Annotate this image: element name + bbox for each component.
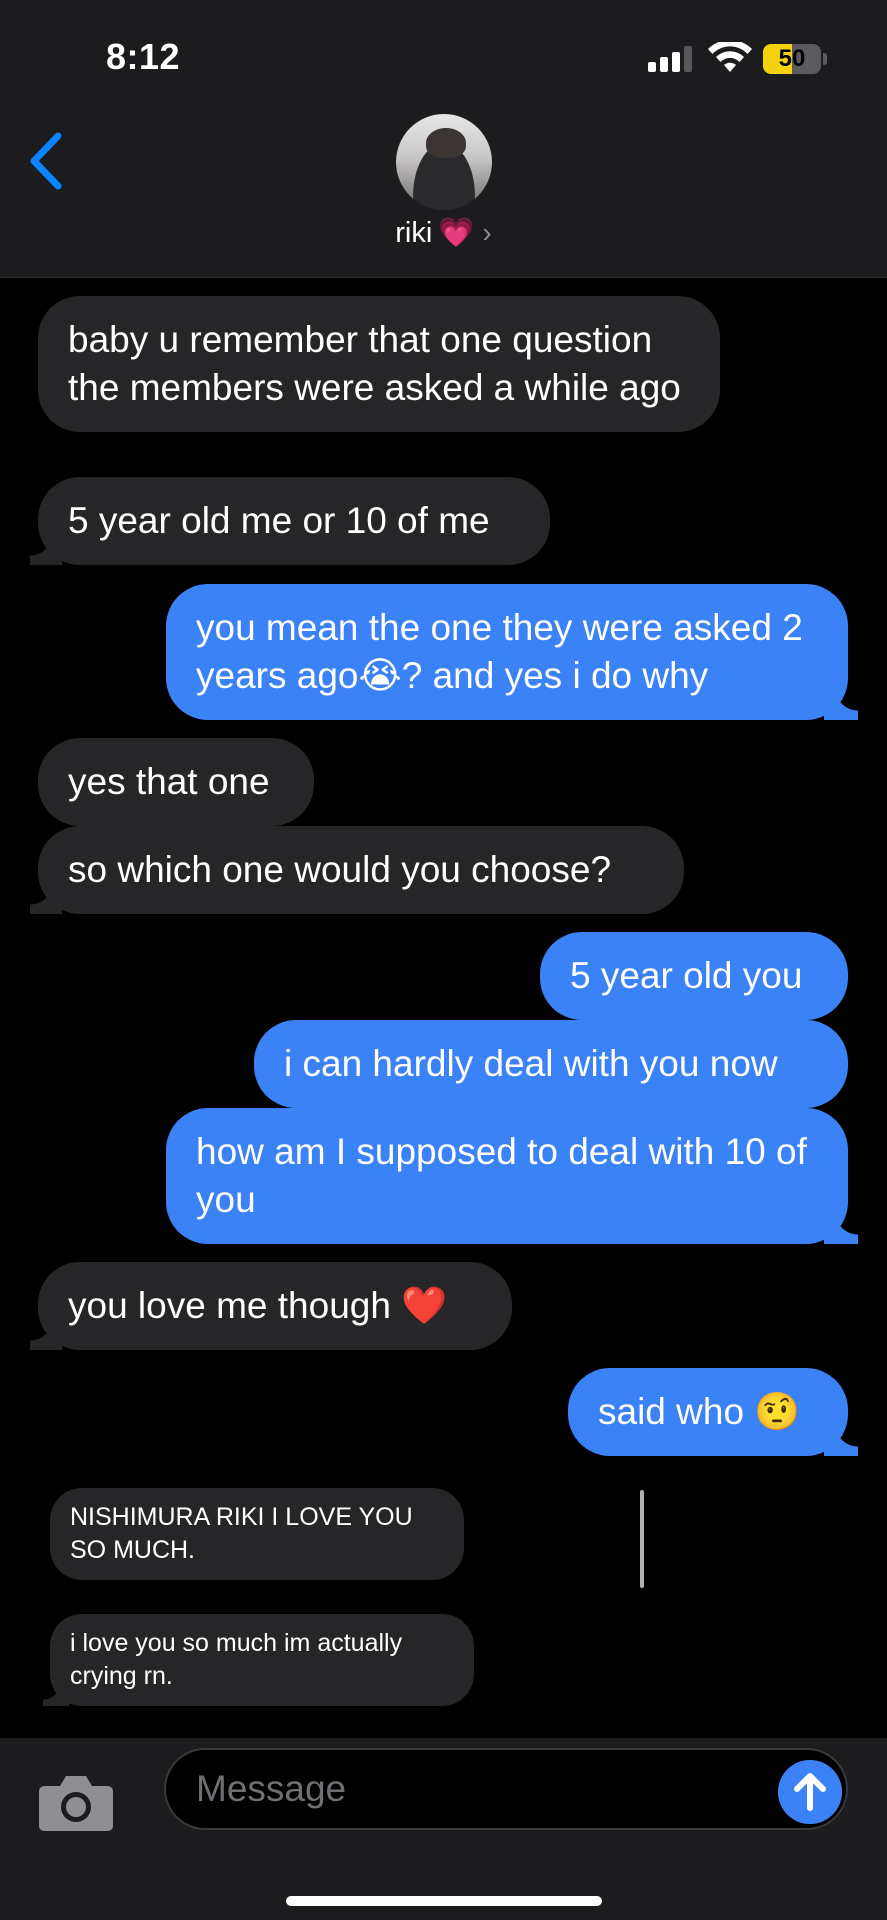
message-input-field[interactable] [164,1748,848,1830]
message-bubble-incoming[interactable]: you love me though ❤️ [30,1262,512,1350]
message-bubble-outgoing[interactable]: 5 year old you [540,932,848,1020]
conversation-header: riki 💗 › [0,110,887,278]
avatar[interactable] [396,114,492,210]
message-bubble-outgoing[interactable]: you mean the one they were asked 2 years… [166,584,858,720]
message-bubble-incoming[interactable]: 5 year old me or 10 of me [30,477,550,565]
cellular-signal-icon [648,46,694,72]
message-bubble-incoming[interactable]: so which one would you choose? [30,826,684,914]
message-bubble-outgoing[interactable]: said who 🤨 [568,1368,858,1456]
overlay-message-bubble[interactable]: NISHIMURA RIKI I LOVE YOU SO MUCH. [50,1488,464,1580]
status-bar: 8:12 50 [0,0,887,110]
message-input[interactable] [196,1750,756,1828]
message-composer [0,1738,887,1920]
message-thread[interactable]: baby u remember that one question the me… [0,278,887,1738]
arrow-up-icon[interactable] [778,1760,842,1824]
overlay-message-bubble[interactable]: i love you so much im actually crying rn… [43,1614,474,1706]
overlay-divider [640,1490,644,1588]
camera-icon[interactable] [38,1772,114,1832]
battery-level: 50 [778,45,806,72]
contact-name: riki [395,217,433,249]
contact-name-button[interactable]: riki 💗 › [0,216,887,250]
message-bubble-outgoing[interactable]: how am I supposed to deal with 10 of you [166,1108,858,1244]
heart-emoji: 💗 [438,217,475,249]
battery-icon: 50 [763,44,821,74]
status-time: 8:12 [106,36,181,77]
battery-nub [823,53,827,65]
message-bubble-incoming[interactable]: yes that one [38,738,314,826]
wifi-icon [708,42,752,72]
message-bubble-incoming[interactable]: baby u remember that one question the me… [38,296,720,432]
chevron-right-icon: › [482,217,492,248]
chevron-left-icon[interactable] [22,126,72,196]
home-indicator [286,1896,602,1906]
message-bubble-outgoing[interactable]: i can hardly deal with you now [254,1020,848,1108]
